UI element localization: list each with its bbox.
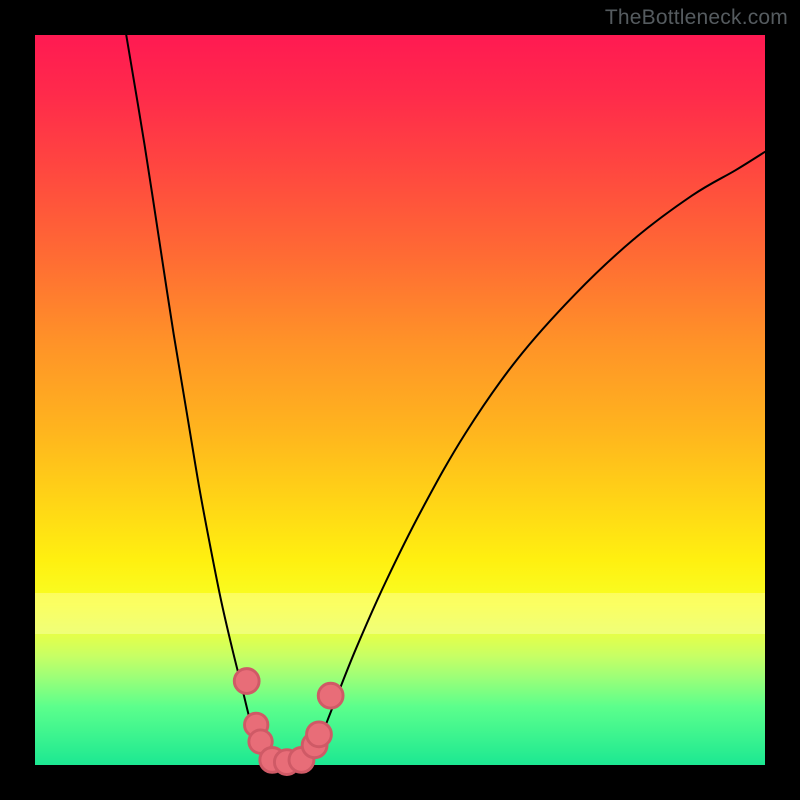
- source-label: TheBottleneck.com: [605, 6, 788, 30]
- left-upper-dot: [234, 669, 259, 694]
- stage: TheBottleneck.com: [0, 0, 800, 800]
- right-pill-b: [307, 722, 332, 747]
- left-curve: [126, 35, 265, 759]
- plot-area: [35, 35, 765, 765]
- chart-svg: [35, 35, 765, 765]
- right-upper-dot: [318, 683, 343, 708]
- right-curve: [309, 152, 765, 759]
